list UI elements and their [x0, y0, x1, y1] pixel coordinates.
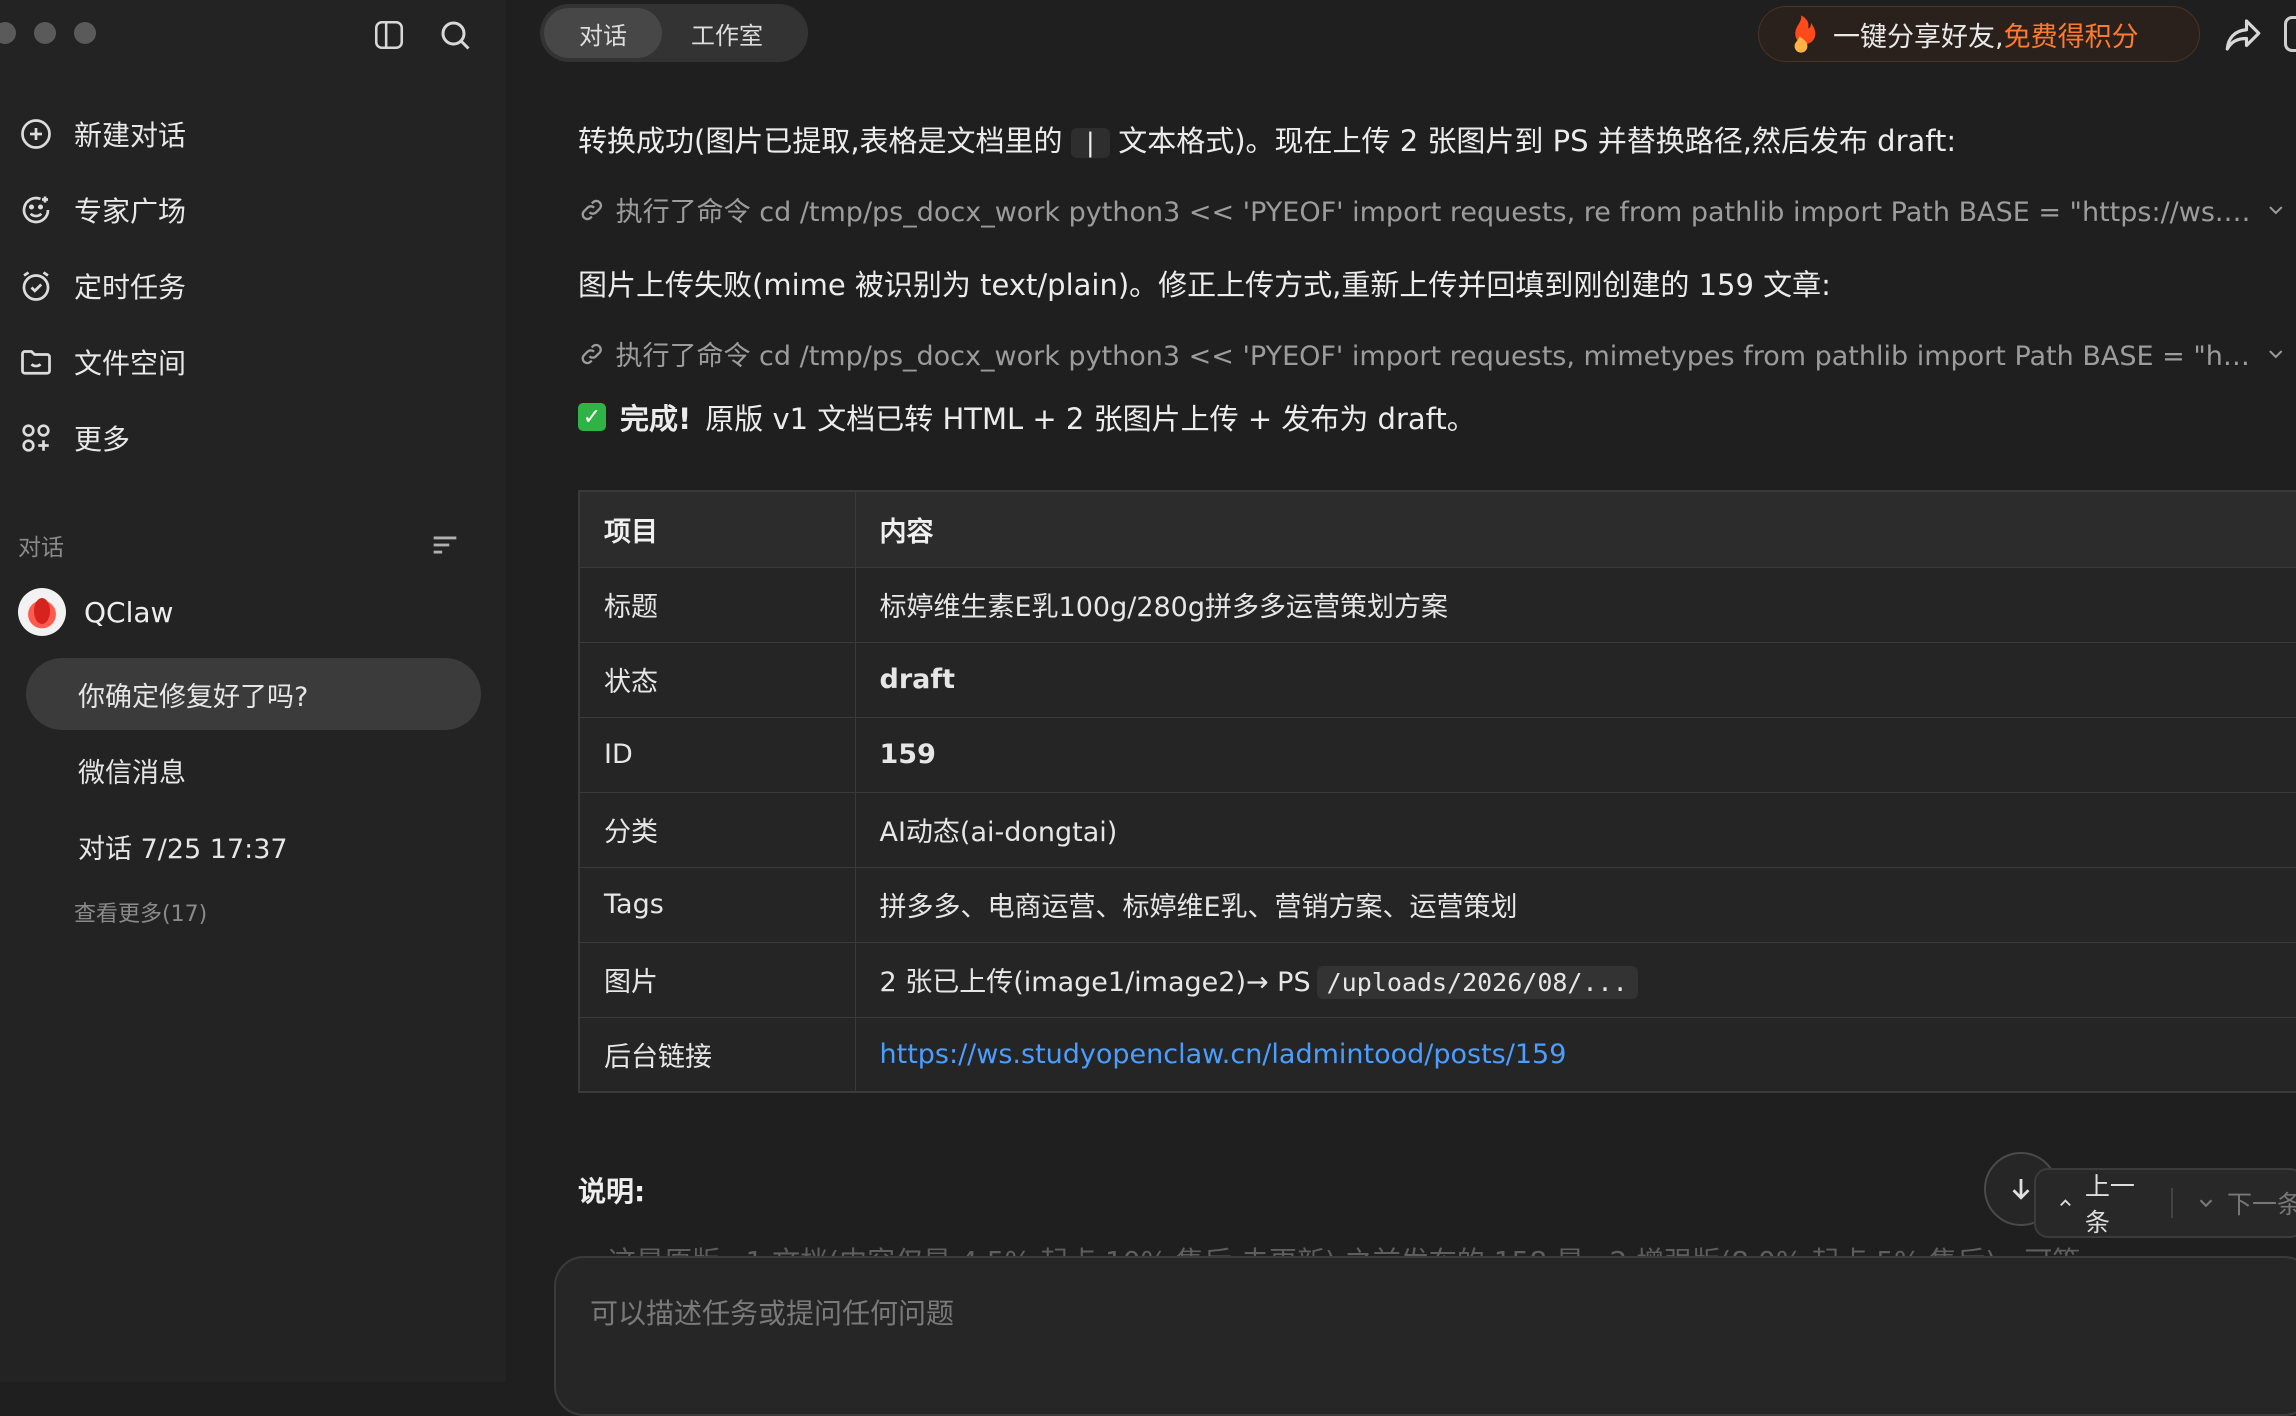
pager-divider — [2171, 1188, 2173, 1218]
table-value: 159 — [854, 716, 2296, 793]
search-icon[interactable] — [434, 14, 476, 56]
minimize-window-button[interactable] — [34, 22, 56, 44]
table-value: draft — [854, 641, 2296, 718]
command-block-2[interactable]: 执行了命令 cd /tmp/ps_docx_work python3 << 'P… — [578, 334, 2288, 373]
command-text: 执行了命令 cd /tmp/ps_docx_work python3 << 'P… — [615, 341, 2255, 372]
table-header: 项目 — [578, 490, 856, 568]
apps-icon — [22, 424, 50, 452]
table-value: 标婷维生素E乳100g/280g拼多多运营策划方案 — [854, 566, 2296, 643]
conversation-item-active[interactable]: 你确定修复好了吗? — [26, 658, 481, 730]
table-key: 标题 — [578, 566, 856, 643]
chevron-down-icon — [2199, 1199, 2213, 1208]
nav-scheduled-tasks[interactable]: 定时任务 — [18, 258, 186, 314]
smile-icon — [22, 196, 50, 224]
clock-icon — [22, 271, 50, 301]
inline-code: | — [1070, 128, 1111, 158]
conversation-title: 微信消息 — [78, 757, 186, 789]
folder-icon — [21, 350, 51, 375]
nav-expert-plaza[interactable]: 专家广场 — [18, 182, 186, 238]
nav-more[interactable]: 更多 — [18, 410, 130, 466]
table-row: 后台链接 https://ws.studyopenclaw.cn/ladmint… — [578, 1016, 2296, 1093]
assistant-message-2: 图片上传失败(mime 被识别为 text/plain)。修正上传方式,重新上传… — [578, 268, 1831, 302]
message-composer — [554, 1256, 2296, 1416]
agent-name: QClaw — [84, 595, 174, 629]
conversation-title: 你确定修复好了吗? — [78, 681, 309, 713]
table-header: 内容 — [854, 490, 2296, 568]
command-block-1[interactable]: 执行了命令 cd /tmp/ps_docx_work python3 << 'P… — [578, 190, 2288, 229]
message-input[interactable] — [588, 1296, 1992, 1331]
assistant-message-1: 转换成功(图片已提取,表格是文档里的 | 文本格式)。现在上传 2 张图片到 PS … — [578, 118, 1956, 160]
nav-label: 更多 — [74, 423, 131, 456]
agent-header[interactable]: QClaw — [18, 588, 173, 636]
message-text: 文本格式)。现在上传 2 张图片到 PS 并替换路径,然后发布 draft: — [1118, 124, 1957, 158]
table-value: 2 张已上传(image1/image2)→ PS/uploads/2026/0… — [854, 941, 2296, 1018]
table-value: 拼多多、电商运营、标婷维E乳、营销方案、运营策划 — [854, 866, 2296, 943]
message-pager: 上一条 下一条 — [2034, 1168, 2296, 1238]
next-label: 下一条 — [2226, 1190, 2296, 1219]
nav-new-chat[interactable]: 新建对话 — [18, 106, 186, 162]
maximize-window-button[interactable] — [74, 22, 96, 44]
arrow-down-icon — [2012, 1179, 2030, 1200]
table-row: ID 159 — [578, 716, 2296, 793]
nav-file-space[interactable]: 文件空间 — [18, 334, 186, 390]
prev-label: 上一条 — [2084, 1172, 2135, 1237]
table-key: 分类 — [578, 791, 856, 868]
conversation-item[interactable]: 对话 7/25 17:37 — [26, 810, 481, 882]
table-key: 图片 — [578, 941, 856, 1018]
link-icon — [581, 199, 603, 220]
link-icon — [581, 343, 602, 364]
message-text: 转换成功(图片已提取,表格是文档里的 — [578, 124, 1063, 158]
table-key: 状态 — [578, 641, 856, 718]
conversation-item[interactable]: 微信消息 — [26, 734, 481, 806]
table-value: https://ws.studyopenclaw.cn/ladmintood/p… — [854, 1016, 2296, 1093]
table-header-row: 项目 内容 — [578, 490, 2296, 568]
table-row: 图片 2 张已上传(image1/image2)→ PS/uploads/202… — [578, 941, 2296, 1018]
command-text: 执行了命令 cd /tmp/ps_docx_work python3 << 'P… — [615, 197, 2255, 228]
notes-label: 说明: — [578, 1175, 646, 1208]
sidebar: 新建对话 专家广场 定时任务 文件空间 更多 对话 QClaw 你确定修复好了吗… — [0, 0, 506, 1382]
nav-label: 专家广场 — [74, 195, 187, 228]
chevron-up-icon — [2060, 1199, 2071, 1207]
table-row: 分类 AI动态(ai-dongtai) — [578, 791, 2296, 868]
table-row: 状态 draft — [578, 641, 2296, 718]
result-table: 项目 内容 标题 标婷维生素E乳100g/280g拼多多运营策划方案 状态 dr… — [578, 490, 2296, 1093]
done-text: 原版 v1 文档已转 HTML + 2 张图片上传 + 发布为 draft。 — [705, 402, 1476, 436]
window-controls — [0, 22, 96, 44]
table-row: Tags 拼多多、电商运营、标婷维E乳、营销方案、运营策划 — [578, 866, 2296, 943]
sidebar-toggle-icon[interactable] — [368, 14, 410, 56]
see-more-link[interactable]: 查看更多(17) — [74, 896, 207, 928]
admin-post-link[interactable]: https://ws.studyopenclaw.cn/ladmintood/p… — [880, 1039, 1567, 1070]
close-window-button[interactable] — [0, 22, 16, 44]
chevron-down-icon — [2269, 349, 2283, 358]
agent-avatar — [18, 588, 66, 636]
next-message-button[interactable]: 下一条 — [2195, 1185, 2296, 1221]
nav-label: 文件空间 — [74, 347, 187, 380]
table-key: Tags — [578, 866, 856, 943]
nav-label: 定时任务 — [74, 271, 187, 304]
table-key: 后台链接 — [578, 1016, 856, 1093]
chevron-down-icon — [2269, 205, 2283, 214]
conversations-section-label: 对话 — [18, 535, 64, 561]
done-bold-text: 完成! — [620, 402, 692, 436]
table-key: ID — [578, 716, 856, 793]
nav-label: 新建对话 — [74, 119, 187, 152]
table-row: 标题 标婷维生素E乳100g/280g拼多多运营策划方案 — [578, 566, 2296, 643]
upload-path-code: /uploads/2026/08/... — [1316, 966, 1638, 999]
sort-icon[interactable] — [428, 528, 462, 562]
conversation-title: 对话 7/25 17:37 — [78, 833, 288, 865]
chat-main: 转换成功(图片已提取,表格是文档里的 | 文本格式)。现在上传 2 张图片到 PS … — [554, 0, 2296, 1416]
completion-message: ✓ 完成! 原版 v1 文档已转 HTML + 2 张图片上传 + 发布为 dr… — [578, 396, 1476, 438]
check-icon: ✓ — [578, 403, 606, 431]
image-status-text: 2 张已上传(image1/image2)→ PS — [879, 967, 1311, 998]
previous-message-button[interactable]: 上一条 — [2056, 1167, 2149, 1239]
table-value: AI动态(ai-dongtai) — [854, 791, 2296, 868]
plus-circle-icon — [21, 119, 51, 149]
